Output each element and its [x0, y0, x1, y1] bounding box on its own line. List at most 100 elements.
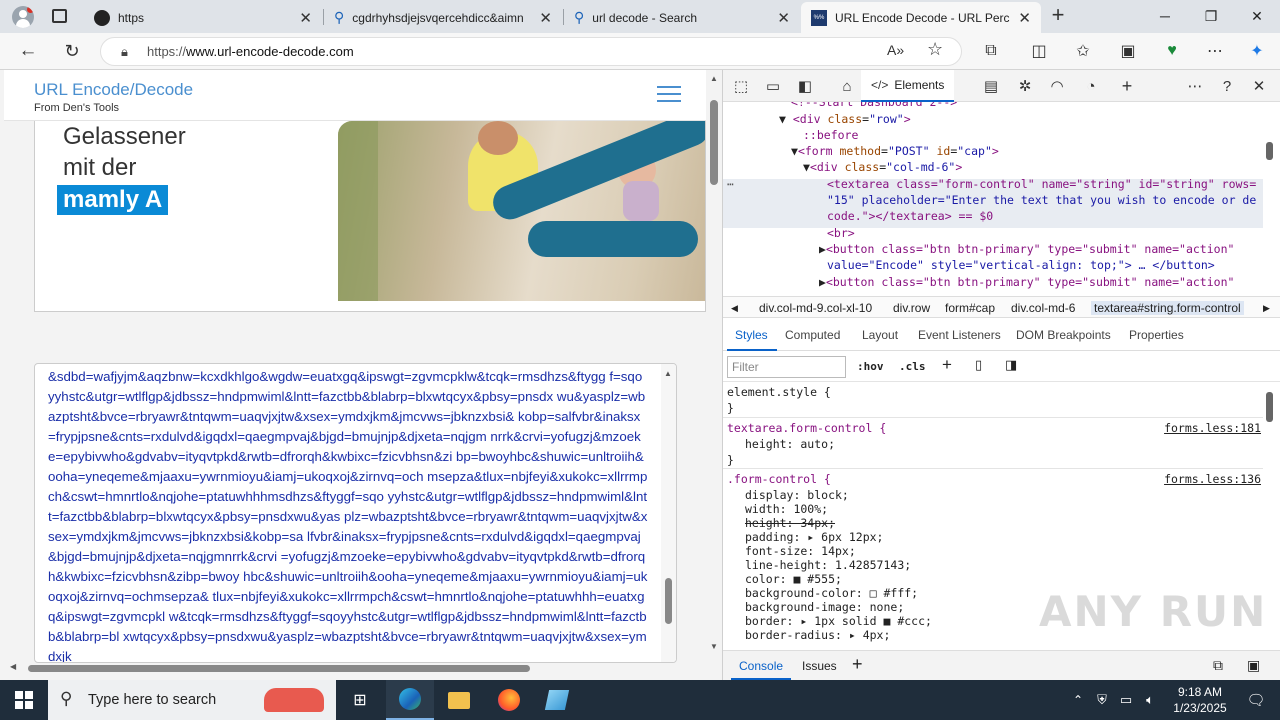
dom-comment[interactable]: <!--Start Dashboard 2-->: [791, 102, 957, 110]
tab-actions-icon[interactable]: [52, 9, 67, 23]
dom-ellipsis[interactable]: ⋯: [727, 176, 734, 192]
breadcrumb-next-icon[interactable]: ▶: [1263, 303, 1270, 314]
file-explorer-icon[interactable]: [435, 680, 483, 720]
dom-node-form[interactable]: ▼<form method="POST" id="cap">: [791, 143, 999, 159]
tab-github[interactable]: https ✕: [84, 2, 322, 33]
restore-icon[interactable]: ❐: [1188, 0, 1234, 32]
rule-selector-textarea[interactable]: textarea.form-control {: [727, 420, 886, 436]
tab-styles[interactable]: Styles: [735, 328, 768, 342]
dom-textarea-line-2[interactable]: "15" placeholder="Enter the text that yo…: [827, 192, 1256, 208]
new-tab-button[interactable]: +: [1046, 3, 1070, 27]
breadcrumb-item[interactable]: div.row: [893, 301, 930, 315]
drawer-tab-console[interactable]: Console: [739, 659, 783, 673]
device-emulation-icon[interactable]: ▭: [761, 75, 785, 97]
dom-pseudo-before[interactable]: ::before: [803, 127, 858, 143]
source-link[interactable]: forms.less:181: [1164, 420, 1261, 436]
style-prop[interactable]: height: auto;: [745, 436, 835, 452]
close-tab-icon[interactable]: ✕: [539, 9, 552, 27]
dom-br[interactable]: <br>: [827, 225, 855, 241]
firefox-icon[interactable]: [485, 680, 533, 720]
close-tab-icon[interactable]: ✕: [777, 9, 790, 27]
favorite-star-icon[interactable]: ☆: [927, 39, 943, 60]
volume-tray-icon[interactable]: 🔈︎: [1138, 680, 1162, 720]
dom-button-encode-1[interactable]: ▶<button class="btn btn-primary" type="s…: [819, 241, 1234, 257]
tab-event-listeners[interactable]: Event Listeners: [918, 328, 1001, 342]
style-prop[interactable]: border-radius: ▸ 4px;: [745, 627, 890, 643]
notepad-app-icon[interactable]: [533, 680, 581, 720]
hamburger-menu-icon[interactable]: [657, 86, 681, 104]
dom-node-col[interactable]: ▼<div class="col-md-6">: [803, 159, 962, 175]
taskbar-search-box[interactable]: ⚲ Type here to search: [48, 680, 336, 720]
page-horizontal-scrollbar[interactable]: ◀: [4, 660, 706, 676]
help-icon[interactable]: ?: [1215, 75, 1239, 97]
element-state-icon[interactable]: ▯: [975, 357, 982, 373]
close-drawer-icon[interactable]: ▣: [1247, 657, 1260, 674]
new-style-rule-icon[interactable]: +: [942, 355, 952, 375]
tab-dom-breakpoints[interactable]: DOM Breakpoints: [1016, 328, 1111, 342]
minimize-icon[interactable]: ─: [1142, 0, 1188, 32]
advertisement[interactable]: Gelassener mit der mamly A: [34, 121, 706, 312]
breadcrumb-item[interactable]: div.col-md-6: [1011, 301, 1075, 315]
textarea-scrollbar[interactable]: ▲: [661, 364, 676, 662]
refresh-icon[interactable]: ↻: [58, 38, 86, 64]
network-tray-icon[interactable]: ▭: [1114, 680, 1138, 720]
tab-layout[interactable]: Layout: [862, 328, 898, 342]
sources-bug-icon[interactable]: ✲: [1013, 75, 1037, 97]
breadcrumb-prev-icon[interactable]: ◀: [731, 303, 738, 314]
tab-computed[interactable]: Computed: [785, 328, 840, 342]
rule-selector-form-control[interactable]: .form-control {: [727, 471, 831, 487]
brand-title[interactable]: URL Encode/Decode: [34, 80, 193, 100]
network-wifi-icon[interactable]: ◠: [1045, 75, 1069, 97]
class-toggle[interactable]: .cls: [899, 360, 926, 373]
back-arrow-icon[interactable]: ←: [14, 38, 42, 64]
styles-filter-input[interactable]: Filter: [727, 356, 846, 378]
read-aloud-icon[interactable]: A»: [887, 42, 904, 58]
more-menu-icon[interactable]: ⋯: [1201, 38, 1229, 64]
computed-sidebar-icon[interactable]: ◨: [1005, 357, 1017, 373]
breadcrumb-item[interactable]: div.col-md-9.col-xl-10: [759, 301, 872, 315]
extensions-icon[interactable]: ⧉: [977, 38, 1005, 64]
dom-button-decode[interactable]: ▶<button class="btn btn-primary" type="s…: [819, 274, 1234, 290]
tab-search-1[interactable]: ⚲ cgdrhyhsdjejsvqercehdicc&aimn ✕: [324, 2, 562, 33]
dom-textarea-line-1[interactable]: <textarea class="form-control" name="str…: [827, 176, 1256, 192]
profile-avatar-icon[interactable]: [12, 6, 34, 28]
performance-icon[interactable]: ♥: [1158, 38, 1186, 64]
performance-gauge-icon[interactable]: ◔: [1079, 75, 1103, 97]
close-devtools-icon[interactable]: ✕: [1247, 75, 1271, 97]
tab-url-encode-decode[interactable]: %% URL Encode Decode - URL Percen ✕: [801, 2, 1041, 33]
copilot-icon[interactable]: ✦: [1243, 38, 1271, 64]
devtools-more-icon[interactable]: ⋯: [1183, 75, 1207, 97]
page-hscroll-thumb[interactable]: [28, 665, 530, 672]
task-view-icon[interactable]: ⊞: [336, 680, 384, 720]
breadcrumb-item-selected[interactable]: textarea#string.form-control: [1091, 301, 1244, 315]
hover-state-toggle[interactable]: :hov: [857, 360, 884, 373]
drawer-add-tab-icon[interactable]: +: [852, 654, 863, 675]
show-hidden-icons-icon[interactable]: ⌃: [1066, 680, 1090, 720]
dock-bottom-icon[interactable]: ⧉: [1213, 657, 1223, 674]
favorites-icon[interactable]: ✩: [1069, 38, 1097, 64]
page-scroll-thumb[interactable]: [710, 100, 718, 185]
tab-properties[interactable]: Properties: [1129, 328, 1184, 342]
element-style-rule[interactable]: element.style {: [727, 384, 831, 400]
inspect-element-icon[interactable]: ⬚: [729, 75, 753, 97]
dom-scrollbar[interactable]: [1263, 102, 1277, 298]
dom-node-row[interactable]: ▼ <div class="row">: [779, 111, 911, 127]
notifications-icon[interactable]: 🗨︎: [1232, 680, 1280, 720]
tab-search-2[interactable]: ⚲ url decode - Search ✕: [564, 2, 800, 33]
address-bar[interactable]: 🔒︎ https://www.url-encode-decode.com A» …: [100, 37, 962, 66]
security-tray-icon[interactable]: ⛨: [1090, 680, 1114, 720]
string-textarea[interactable]: &sdbd=wafjyjm&aqzbnw=kcxdkhlgo&wgdw=euat…: [34, 363, 677, 663]
start-windows-icon[interactable]: [0, 680, 48, 720]
split-screen-icon[interactable]: ◫: [1025, 38, 1053, 64]
tab-elements[interactable]: </> Elements: [861, 70, 955, 102]
drawer-tab-issues[interactable]: Issues: [802, 659, 837, 673]
console-tab-icon[interactable]: ▤: [979, 75, 1003, 97]
more-tools-plus-icon[interactable]: +: [1115, 75, 1139, 97]
textarea-scroll-thumb[interactable]: [665, 578, 672, 624]
close-tab-icon[interactable]: ✕: [1018, 9, 1031, 27]
close-tab-icon[interactable]: ✕: [299, 9, 312, 27]
dom-button-encode-2[interactable]: value="Encode" style="vertical-align: to…: [827, 257, 1215, 273]
page-vertical-scrollbar[interactable]: ▲ ▼: [706, 70, 722, 680]
dock-side-icon[interactable]: ◧: [793, 75, 817, 97]
system-clock[interactable]: 9:18 AM 1/23/2025: [1160, 684, 1240, 716]
